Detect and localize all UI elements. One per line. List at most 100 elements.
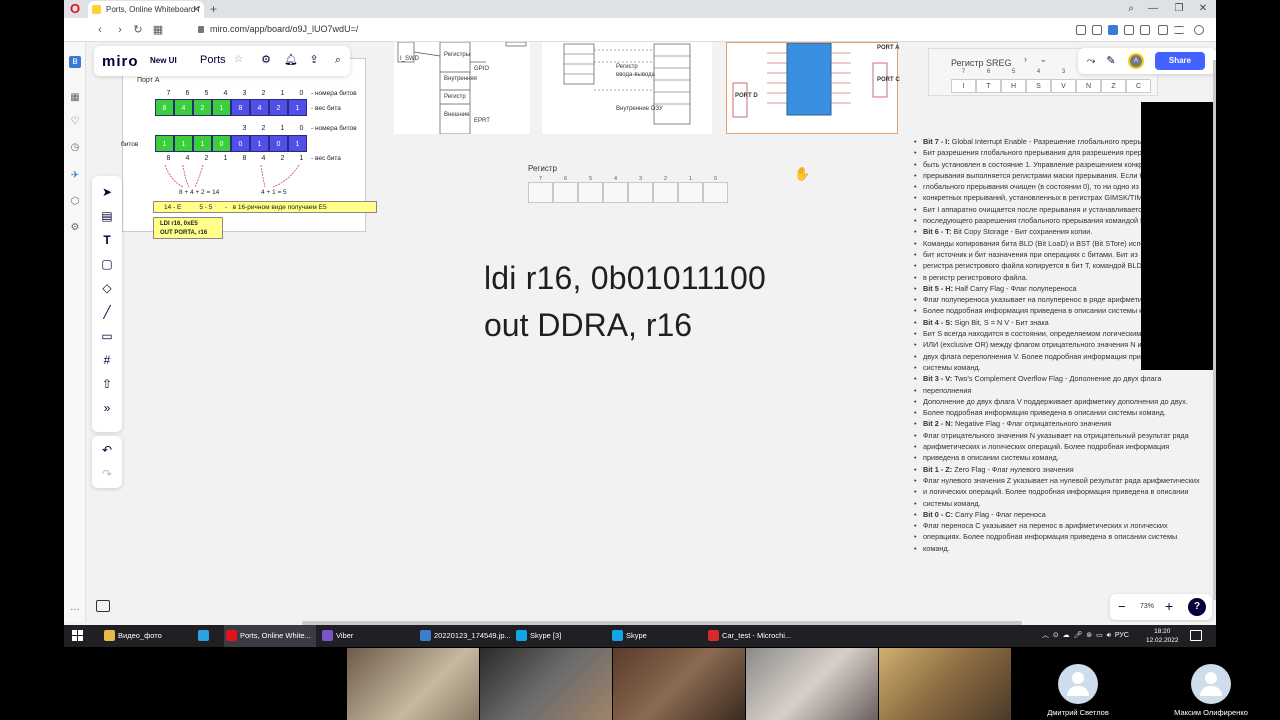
easy-setup-icon[interactable]	[1140, 25, 1150, 35]
help-button[interactable]: ?	[1188, 598, 1206, 616]
taskbar-item[interactable]: 20220123_174549.jp...	[418, 625, 511, 647]
workspaces-icon[interactable]: ▦	[69, 92, 81, 104]
vk-icon[interactable]: в	[69, 56, 81, 68]
video-tile[interactable]	[347, 648, 479, 720]
bell-icon[interactable]: 🔔︎	[284, 54, 298, 66]
heart-icon[interactable]: ♡	[69, 116, 81, 128]
history-icon[interactable]: ◷	[69, 142, 81, 154]
redo-icon[interactable]: ↷	[99, 466, 115, 482]
code-text-line-1[interactable]: ldi r16, 0b01011100	[484, 260, 766, 297]
taskbar-item[interactable]: Skype [3]	[514, 625, 602, 647]
upload-icon[interactable]: ⇪	[308, 54, 320, 66]
cube-icon[interactable]: ⬡	[69, 196, 81, 208]
port-a-card[interactable]: Порт А битов 7 6 5 4 3 2 1 0 - номера би…	[121, 58, 377, 239]
back-button[interactable]: ‹	[92, 22, 108, 38]
video-tile[interactable]: Максим Олифиренко	[1145, 648, 1277, 720]
miro-logo[interactable]: miro	[102, 53, 139, 70]
reactions-icon[interactable]: ✎	[1104, 54, 1118, 68]
chevron-right-icon[interactable]: › ⌄	[1024, 54, 1047, 65]
sreg-bit-number: 4	[1036, 69, 1041, 75]
code-text-line-2[interactable]: out DDRA, r16	[484, 307, 692, 344]
pen-icon[interactable]: ╱	[99, 304, 115, 320]
system-tray[interactable]: ︿ ⊙ ☁ 🎤︎ ⊚ ▭ 🔊︎ РУС	[1042, 625, 1129, 647]
zoom-level[interactable]: 73%	[1140, 603, 1154, 610]
url-field[interactable]: miro.com/app/board/o9J_lUO7wdU=/	[198, 24, 358, 34]
io-registers-diagram[interactable]: Регистр ввода-вывода Внутренние ОЗУ	[542, 42, 712, 134]
register-cell[interactable]	[603, 182, 628, 203]
register-cell[interactable]	[703, 182, 728, 203]
register-cell[interactable]	[578, 182, 603, 203]
description-text: системы команд.	[923, 498, 981, 508]
snapshot-icon[interactable]	[1092, 25, 1102, 35]
settings-icon[interactable]: ⚙	[69, 222, 81, 234]
opera-logo-icon[interactable]: O	[68, 2, 82, 16]
sticky-note-icon[interactable]: ▢	[99, 256, 115, 272]
text-tool-icon[interactable]: T	[99, 232, 115, 248]
taskbar-item[interactable]: Ports, Online White...	[224, 625, 316, 647]
taskbar-item[interactable]: Skype	[610, 625, 698, 647]
register-cells[interactable]	[528, 182, 728, 203]
shapes-icon[interactable]: ◇	[99, 280, 115, 296]
cursor-follow-icon[interactable]: ⤳	[1084, 54, 1098, 68]
undo-icon[interactable]: ↶	[99, 442, 115, 458]
windows-start-icon[interactable]	[72, 630, 84, 642]
minimize-button[interactable]: —	[1140, 0, 1166, 18]
search-icon[interactable]: ⌕	[332, 54, 344, 66]
register-cell[interactable]	[653, 182, 678, 203]
flow-icon[interactable]: ✈	[69, 170, 81, 182]
register-cell[interactable]	[628, 182, 653, 203]
diag-label: Регистр	[616, 64, 638, 70]
more-tools-icon[interactable]: »	[99, 400, 115, 416]
video-tile[interactable]	[746, 648, 878, 720]
close-tab-icon[interactable]: ✕	[192, 1, 200, 18]
comment-icon[interactable]: ▭	[99, 328, 115, 344]
video-tile[interactable]	[613, 648, 745, 720]
video-tile[interactable]	[480, 648, 612, 720]
frame-icon[interactable]: #	[99, 352, 115, 368]
taskbar-item[interactable]	[196, 625, 216, 647]
select-tool-icon[interactable]: ➤	[99, 184, 115, 200]
vertical-scrollbar[interactable]	[1213, 60, 1216, 600]
register-diagram[interactable]: Регистры Внутренняя Регистр Внешние I_SW…	[394, 42, 530, 135]
star-icon[interactable]: ☆	[234, 54, 243, 65]
templates-icon[interactable]: ▤	[99, 208, 115, 224]
extension-icon[interactable]	[1124, 25, 1134, 35]
video-tile[interactable]	[879, 648, 1011, 720]
asm-code-note[interactable]: LDI r16, 0xE5 OUT PORTA, r16	[153, 217, 223, 239]
register-cell[interactable]	[528, 182, 553, 203]
speed-dial-icon[interactable]: ▦	[150, 22, 166, 38]
upload-tool-icon[interactable]: ⇧	[99, 376, 115, 392]
browser-tab[interactable]: Ports, Online Whiteboard f ✕	[88, 1, 204, 18]
undo-redo-panel: ↶ ↷	[92, 436, 122, 488]
new-tab-button[interactable]: +	[210, 0, 217, 18]
clock[interactable]: 18:20 12.02.2022	[1146, 627, 1179, 645]
miro-board-canvas[interactable]: Порт А битов 7 6 5 4 3 2 1 0 - номера би…	[86, 42, 1216, 622]
board-name[interactable]: Ports	[200, 54, 226, 66]
menu-icon[interactable]	[1174, 26, 1184, 34]
new-ui-badge[interactable]: New UI	[150, 56, 177, 65]
reload-icon[interactable]: ↻	[130, 22, 146, 38]
gear-icon[interactable]: ⚙	[260, 54, 272, 66]
register-cell[interactable]	[553, 182, 578, 203]
forward-button[interactable]: ›	[112, 22, 128, 38]
notification-icon[interactable]	[1190, 630, 1202, 641]
zoom-out-button[interactable]: −	[1118, 599, 1126, 614]
more-icon[interactable]: …	[69, 602, 81, 614]
download-icon[interactable]	[1158, 25, 1168, 35]
share-page-icon[interactable]	[1076, 25, 1086, 35]
taskbar-app-icon	[420, 630, 431, 641]
taskbar-item[interactable]: Car_test - Microchi...	[706, 625, 802, 647]
share-button[interactable]: Share	[1155, 52, 1205, 70]
video-tile[interactable]: Дмитрий Светлов	[1012, 648, 1144, 720]
zoom-in-button[interactable]: +	[1165, 598, 1173, 614]
vpn-icon[interactable]	[1108, 25, 1118, 35]
sidebar-toggle-icon[interactable]	[96, 600, 110, 612]
maximize-button[interactable]: ❐	[1166, 0, 1192, 18]
profile-icon[interactable]	[1194, 25, 1204, 35]
avatar[interactable]: A	[1128, 53, 1144, 69]
close-window-button[interactable]: ✕	[1190, 0, 1216, 18]
register-cell[interactable]	[678, 182, 703, 203]
mcu-pinout-diagram[interactable]: PORT A PORT C PORT D	[726, 42, 900, 134]
taskbar-item[interactable]: Видео_фото	[102, 625, 188, 647]
taskbar-item[interactable]: Viber	[320, 625, 410, 647]
